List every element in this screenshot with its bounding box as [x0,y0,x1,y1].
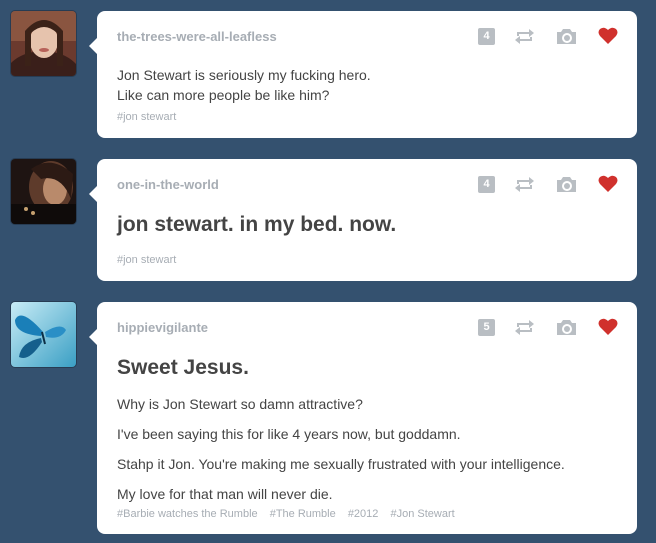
heart-icon[interactable] [598,175,618,193]
post-tags: #jon stewart [117,111,185,123]
blog-name-link[interactable]: the-trees-were-all-leafless [117,29,277,44]
reblog-icon[interactable] [514,319,535,336]
reblog-icon[interactable] [514,176,535,193]
avatar[interactable] [11,159,76,224]
notes-count[interactable]: 4 [478,175,495,193]
blog-name-link[interactable]: one-in-the-world [117,177,219,192]
camera-icon[interactable] [556,175,577,193]
reblog-icon[interactable] [514,28,535,45]
post-card: hippievigilante 5 Sweet Jesus. Why is Jo… [89,302,637,534]
post-text-line: My love for that man will never die. [117,486,333,502]
tag-link[interactable]: #jon stewart [117,254,176,266]
post-heading: jon stewart. in my bed. now. [117,213,397,236]
post-text-line: Jon Stewart is seriously my fucking hero… [117,67,371,83]
post-heading: Sweet Jesus. [117,356,249,379]
tag-link[interactable]: #Jon Stewart [390,508,454,520]
heart-icon[interactable] [598,318,618,336]
post-controls: 5 [478,318,618,336]
notes-count[interactable]: 4 [478,27,495,45]
heart-icon[interactable] [598,27,618,45]
avatar[interactable] [11,11,76,76]
tag-link[interactable]: #The Rumble [270,508,336,520]
post-text-line: Why is Jon Stewart so damn attractive? [117,396,363,412]
avatar[interactable] [11,302,76,367]
tag-link[interactable]: #Barbie watches the Rumble [117,508,258,520]
post-text-line: Like can more people be like him? [117,87,330,103]
post-card: the-trees-were-all-leafless 4 Jon Stewar… [89,11,637,138]
notes-count[interactable]: 5 [478,318,495,336]
post-tags: #jon stewart [117,254,185,266]
post-tags: #Barbie watches the Rumble #The Rumble #… [117,508,464,520]
post-text-line: I've been saying this for like 4 years n… [117,426,461,442]
post-body: Jon Stewart is seriously my fucking hero… [117,65,371,105]
post-controls: 4 [478,175,618,193]
post-card: one-in-the-world 4 jon stewart. in my be… [89,159,637,281]
post-controls: 4 [478,27,618,45]
post-text-line: Stahp it Jon. You're making me sexually … [117,456,565,472]
camera-icon[interactable] [556,27,577,45]
camera-icon[interactable] [556,318,577,336]
tag-link[interactable]: #2012 [348,508,379,520]
post-body: Why is Jon Stewart so damn attractive? I… [117,394,565,504]
tag-link[interactable]: #jon stewart [117,111,176,123]
blog-name-link[interactable]: hippievigilante [117,320,208,335]
